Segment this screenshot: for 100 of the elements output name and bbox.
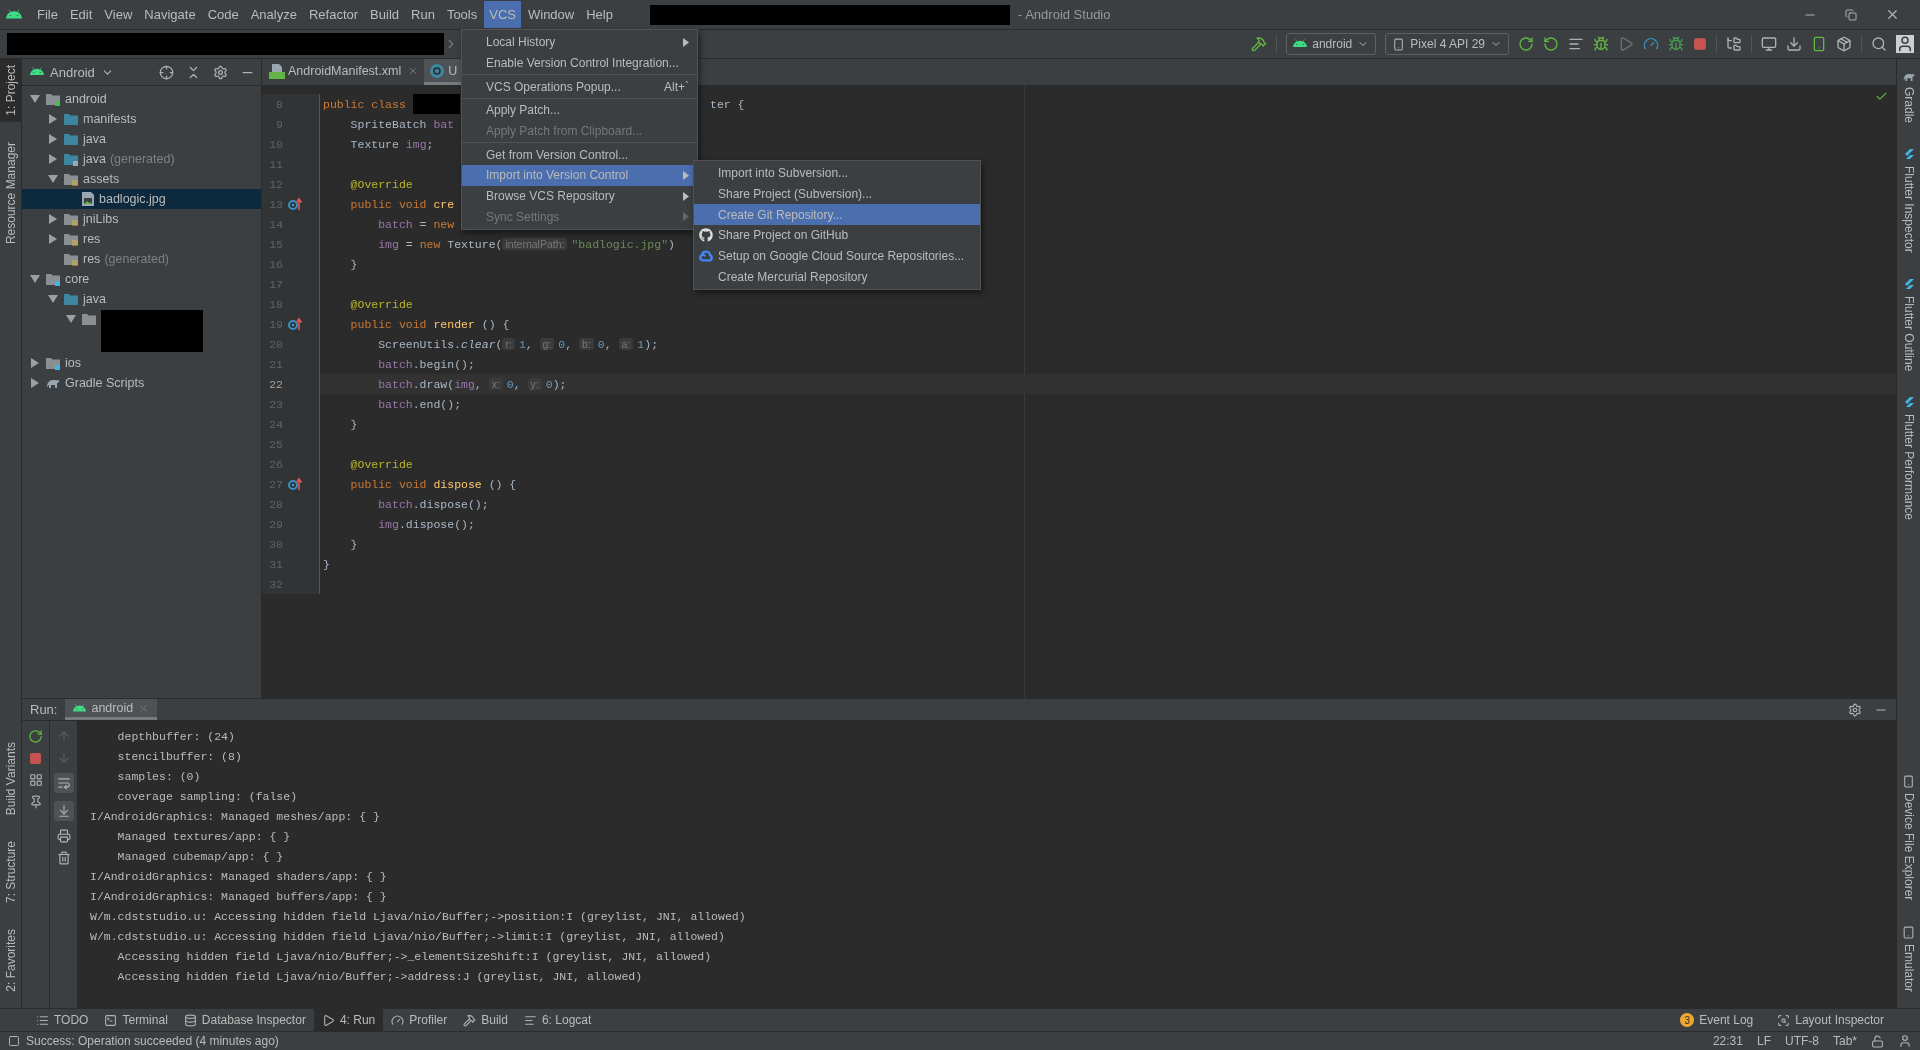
tree-row[interactable]: res (generated): [22, 249, 261, 269]
override-marker-icon[interactable]: [288, 317, 302, 331]
menu-item[interactable]: Run: [406, 1, 440, 28]
menu-item[interactable]: Code: [202, 1, 244, 28]
expanded-arrow-icon[interactable]: [48, 295, 58, 303]
tree-row[interactable]: android: [22, 89, 261, 109]
menu-item[interactable]: Tools: [441, 1, 483, 28]
run-configuration-dropdown[interactable]: android: [1286, 33, 1377, 55]
tool-window-tab[interactable]: TODO: [28, 1009, 97, 1031]
menu-item[interactable]: Setup on Google Cloud Source Repositories...: [694, 245, 980, 267]
tree-row[interactable]: manifests: [22, 109, 261, 129]
editor-tab[interactable]: U: [424, 59, 463, 85]
tool-window-tab[interactable]: Emulator: [1897, 919, 1920, 998]
tree-row[interactable]: badlogic.jpg: [22, 189, 261, 209]
tree-row[interactable]: core: [22, 269, 261, 289]
tool-window-tab[interactable]: Database Inspector: [175, 1009, 314, 1031]
restore-icon[interactable]: [1845, 8, 1857, 21]
avatar-icon[interactable]: [1896, 35, 1914, 53]
trash-icon[interactable]: [56, 851, 71, 865]
menu-item[interactable]: Window: [522, 1, 580, 28]
tree-row[interactable]: java (generated): [22, 149, 261, 169]
menu-item[interactable]: Analyze: [245, 1, 302, 28]
print-icon[interactable]: [56, 829, 71, 843]
status-item[interactable]: 22:31: [1712, 1034, 1743, 1048]
project-view-selector[interactable]: Android: [50, 64, 95, 80]
tool-window-tab[interactable]: 3 Event Log: [1672, 1009, 1762, 1031]
sdk-download-icon[interactable]: [1786, 36, 1802, 52]
tool-window-tab[interactable]: 4: Run: [313, 1009, 384, 1031]
menu-item[interactable]: Get from Version Control...: [462, 144, 697, 166]
tool-window-tab[interactable]: 2: Favorites: [0, 923, 21, 998]
tree-row[interactable]: java: [22, 129, 261, 149]
tool-window-tab[interactable]: Layout Inspector: [1769, 1009, 1892, 1031]
search-icon[interactable]: [1871, 36, 1887, 52]
settings-icon[interactable]: [213, 64, 228, 80]
gauge-icon[interactable]: [1643, 36, 1659, 52]
tool-window-tab[interactable]: 1: Project: [0, 59, 21, 122]
expanded-arrow-icon[interactable]: [30, 95, 40, 103]
status-item[interactable]: UTF-8: [1784, 1034, 1819, 1048]
tree-row[interactable]: Gradle Scripts: [22, 373, 261, 393]
bug-icon[interactable]: [1668, 36, 1684, 52]
menu-item[interactable]: Build: [365, 1, 404, 28]
tool-window-tab[interactable]: Flutter Outline: [1897, 272, 1920, 378]
tool-window-tab[interactable]: Flutter Performance: [1897, 391, 1920, 527]
expanded-arrow-icon[interactable]: [48, 175, 58, 183]
expanded-arrow-icon[interactable]: [30, 275, 40, 283]
phone-icon[interactable]: [1811, 36, 1827, 52]
package-icon[interactable]: [1836, 36, 1852, 52]
tool-window-tab[interactable]: 6: Logcat: [515, 1009, 600, 1031]
menu-item[interactable]: Share Project (Subversion)...: [694, 183, 980, 205]
rerun-icon[interactable]: [28, 729, 43, 744]
menu-item[interactable]: Apply Patch...: [462, 100, 697, 121]
hammer-icon[interactable]: [1251, 36, 1268, 52]
stop-icon[interactable]: [1693, 37, 1707, 51]
tool-window-tab[interactable]: Build Variants: [0, 736, 21, 822]
tree-row[interactable]: res: [22, 229, 261, 249]
apply-changes-icon[interactable]: [1543, 36, 1559, 52]
menu-item[interactable]: Enable Version Control Integration...: [462, 52, 697, 74]
locate-icon[interactable]: [159, 64, 174, 80]
close-icon[interactable]: [1885, 7, 1900, 22]
scroll-to-end-button[interactable]: [53, 801, 74, 821]
project-structure-icon[interactable]: [1726, 36, 1742, 52]
tree-row[interactable]: ios: [22, 353, 261, 373]
menu-item[interactable]: VCS Operations Popup... Alt+`: [462, 76, 697, 98]
menu-item[interactable]: View: [99, 1, 138, 28]
menu-item[interactable]: Local History: [462, 32, 697, 53]
status-item[interactable]: LF: [1756, 1034, 1771, 1048]
tool-window-tab[interactable]: Terminal: [96, 1009, 176, 1031]
tool-window-tab[interactable]: 7: Structure: [0, 835, 21, 910]
tree-row[interactable]: jniLibs: [22, 209, 261, 229]
tool-window-tab[interactable]: Build: [455, 1009, 516, 1031]
lines-icon[interactable]: [1568, 36, 1584, 52]
tool-window-tab[interactable]: Profiler: [383, 1009, 456, 1031]
soft-wrap-button[interactable]: [53, 773, 74, 793]
menu-item[interactable]: Navigate: [139, 1, 201, 28]
monitor-icon[interactable]: [1761, 36, 1777, 52]
override-marker-icon[interactable]: [288, 197, 302, 211]
menu-item[interactable]: Help: [581, 1, 618, 28]
tool-window-tab[interactable]: Gradle: [1897, 65, 1920, 130]
bug-icon[interactable]: [1593, 36, 1609, 52]
lock-icon[interactable]: [1871, 1034, 1884, 1048]
override-marker-icon[interactable]: [288, 477, 302, 491]
menu-item[interactable]: Create Mercurial Repository: [694, 266, 980, 288]
status-item[interactable]: Tab*: [1832, 1034, 1857, 1048]
device-dropdown[interactable]: Pixel 4 API 29: [1385, 33, 1509, 55]
layout-icon[interactable]: [28, 773, 43, 787]
settings-icon[interactable]: [1848, 702, 1862, 717]
pin-icon[interactable]: [28, 795, 43, 809]
tool-window-tab[interactable]: Resource Manager: [0, 135, 21, 250]
menu-item[interactable]: File: [32, 1, 63, 28]
menu-item[interactable]: Browse VCS Repository: [462, 185, 697, 207]
menu-item[interactable]: Share Project on GitHub: [694, 225, 980, 246]
rerun-icon[interactable]: [1518, 36, 1534, 52]
expanded-arrow-icon[interactable]: [66, 315, 76, 323]
stop-icon[interactable]: [29, 752, 42, 765]
menu-item[interactable]: Edit: [64, 1, 98, 28]
tree-row[interactable]: assets: [22, 169, 261, 189]
tool-window-tab[interactable]: Flutter Inspector: [1897, 143, 1920, 259]
menu-item[interactable]: Import into Subversion...: [694, 163, 980, 184]
attach-icon[interactable]: [1618, 36, 1634, 52]
tool-window-tab[interactable]: Device File Explorer: [1897, 768, 1920, 906]
